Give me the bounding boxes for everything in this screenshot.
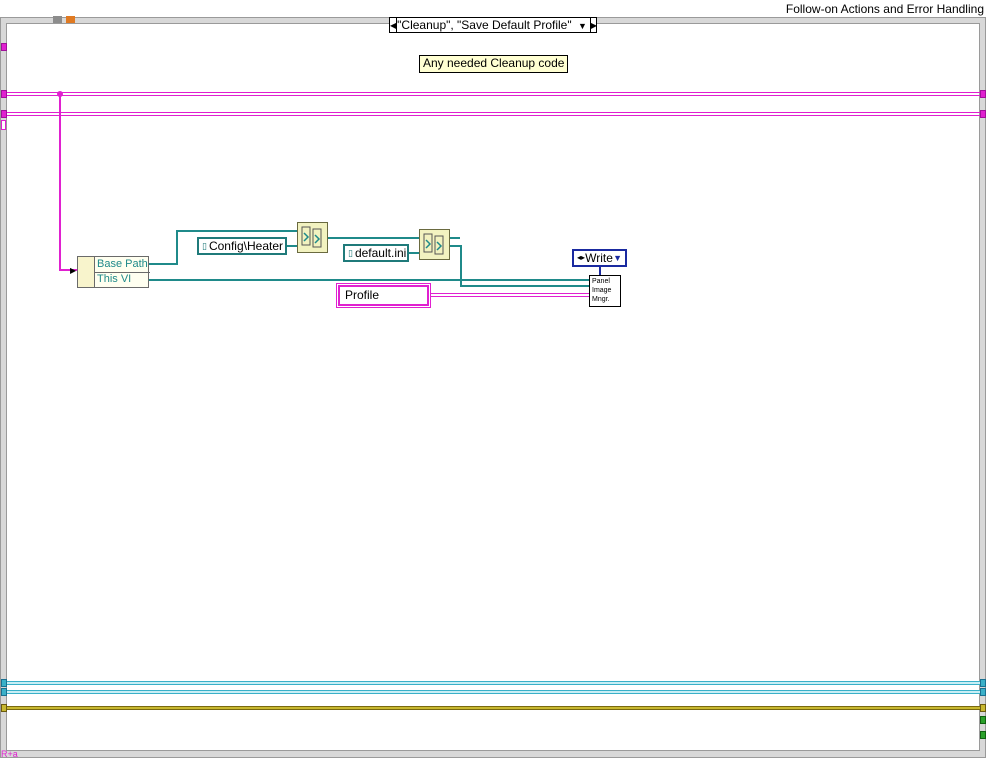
build-path-icon [301, 226, 322, 248]
property-base-path[interactable]: Base Path [95, 257, 150, 273]
cluster-wire-bottom-1[interactable] [6, 681, 980, 685]
tunnel-right-1[interactable] [980, 90, 986, 98]
cluster-wire-bottom-2[interactable] [6, 690, 980, 694]
case-frame-right [980, 18, 985, 757]
enum-constant-action[interactable]: ◂▸ Write ▼ [572, 249, 627, 267]
tunnel-right-cyan-1[interactable] [980, 679, 986, 687]
string-constant-profile[interactable]: Profile [336, 283, 431, 308]
enum-constant-value: Write [585, 251, 613, 265]
case-selector[interactable]: ◀ "Cleanup", "Save Default Profile" ▼ ▶ [389, 17, 597, 33]
tunnel-right-bool-2[interactable] [980, 731, 986, 739]
enum-wire[interactable] [599, 267, 601, 275]
vi-reference-terminal[interactable] [78, 257, 95, 287]
profile-string-wire[interactable] [431, 293, 589, 297]
path-wire-1b[interactable] [176, 230, 178, 265]
path-wire-1c[interactable] [176, 230, 297, 232]
build-path-node-1[interactable] [297, 222, 328, 253]
path-constant-config-value: Config\Heater [208, 239, 283, 253]
triangle-down-icon[interactable]: ▼ [578, 21, 587, 31]
path-wire-1a[interactable] [149, 263, 177, 265]
path-constant-config[interactable]: ▯ Config\Heater [197, 237, 287, 255]
tunnel-left-3[interactable] [1, 120, 6, 130]
build-path-node-2[interactable] [419, 229, 450, 260]
tunnel-left-error[interactable] [1, 704, 7, 712]
structure-grip-gray[interactable] [53, 16, 62, 23]
window-title: Follow-on Actions and Error Handling [785, 2, 984, 16]
property-node[interactable]: Base Path This VI [77, 256, 150, 288]
string-wire-top-1[interactable] [6, 92, 980, 96]
cleanup-comment: Any needed Cleanup code [419, 55, 569, 73]
path-wire-2[interactable] [287, 245, 297, 247]
error-wire[interactable] [6, 706, 980, 710]
subvi-panel-image-mngr[interactable]: Panel Image Mngr. [589, 275, 621, 307]
increment-arrows-icon[interactable]: ◂▸ [577, 251, 585, 265]
tunnel-left-selector[interactable] [1, 43, 7, 51]
triangle-right-icon[interactable]: ▶ [591, 18, 597, 32]
string-wire-top-2[interactable] [6, 112, 980, 116]
vi-ref-wire[interactable] [149, 279, 589, 281]
path-constant-ini[interactable]: ▯ default.ini [343, 244, 409, 262]
case-selector-label[interactable]: "Cleanup", "Save Default Profile" ▼ [396, 18, 591, 32]
reference-wire-branch[interactable] [59, 94, 61, 270]
path-icon: ▯ [202, 241, 207, 251]
tunnel-left-1[interactable] [1, 90, 7, 98]
path-constant-ini-value: default.ini [354, 246, 407, 260]
property-this-vi[interactable]: This VI [95, 272, 150, 287]
path-wire-4[interactable] [409, 252, 419, 254]
corner-label: R+a [1, 749, 18, 759]
tunnel-left-cyan-1[interactable] [1, 679, 7, 687]
structure-grip-orange[interactable] [66, 16, 75, 23]
tunnel-left-2[interactable] [1, 110, 7, 118]
path-icon: ▯ [348, 248, 353, 258]
case-selector-value: "Cleanup", "Save Default Profile" [397, 18, 572, 32]
tunnel-right-error[interactable] [980, 704, 986, 712]
case-diagram-area [6, 23, 980, 751]
wire-junction-dot [57, 91, 63, 97]
tunnel-left-cyan-2[interactable] [1, 688, 7, 696]
triangle-down-icon[interactable]: ▼ [613, 251, 622, 265]
build-path-icon [423, 233, 444, 255]
case-frame-bottom [1, 751, 985, 757]
path-wire-5c[interactable] [460, 285, 590, 287]
tunnel-right-bool-1[interactable] [980, 716, 986, 724]
arrow-right-icon: ▶ [70, 266, 77, 275]
tunnel-right-cyan-2[interactable] [980, 688, 986, 696]
tunnel-right-2[interactable] [980, 110, 986, 118]
